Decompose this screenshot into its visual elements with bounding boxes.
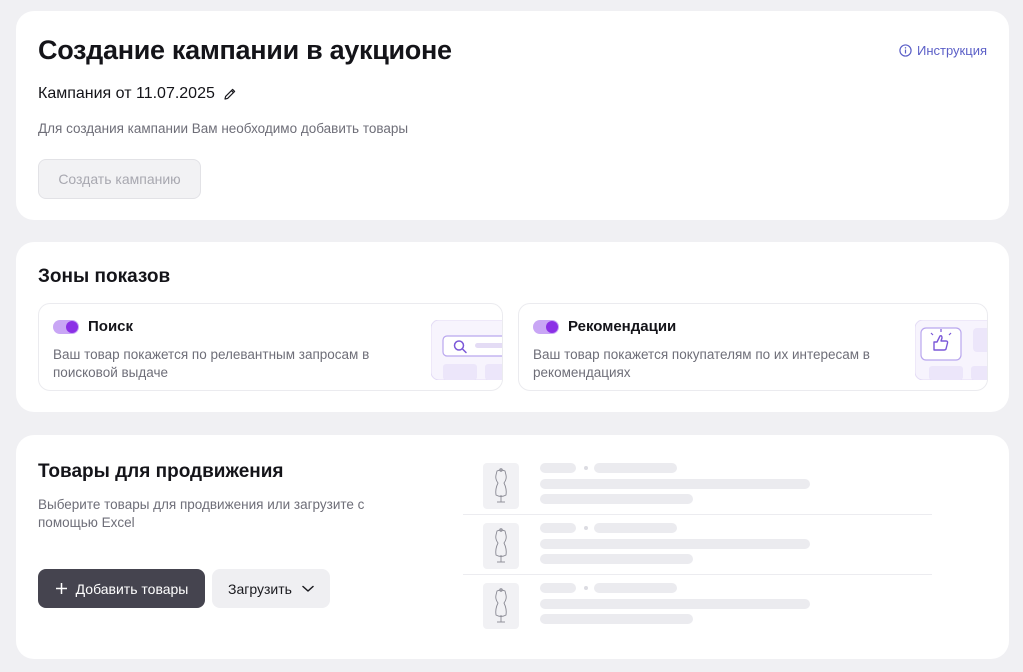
create-campaign-button[interactable]: Создать кампанию: [38, 159, 201, 199]
zone-search-title: Поиск: [88, 318, 134, 335]
products-skeleton-list: [463, 455, 932, 635]
instruction-link[interactable]: Инструкция: [899, 43, 987, 58]
display-zones-card: Зоны показов Поиск Ваш товар покажется п…: [16, 242, 1009, 412]
skeleton-row: [463, 515, 932, 575]
add-products-button[interactable]: Добавить товары: [38, 569, 205, 608]
search-illustration-icon: [431, 320, 502, 380]
chevron-down-icon: [302, 585, 314, 592]
zone-search-description: Ваш товар покажется по релевантным запро…: [53, 347, 370, 380]
zone-recommendations: Рекомендации Ваш товар покажется покупат…: [518, 303, 988, 391]
campaign-name: Кампания от 11.07.2025: [38, 85, 237, 103]
upload-label: Загрузить: [228, 580, 292, 597]
products-card: Товары для продвижения Выберите товары д…: [16, 435, 1009, 659]
mannequin-icon: [483, 583, 519, 629]
plus-icon: [55, 583, 67, 594]
campaign-create-card: Создание кампании в аукционе Инструкция …: [16, 11, 1009, 220]
page-title: Создание кампании в аукционе: [38, 35, 452, 65]
products-description: Выберите товары для продвижения или загр…: [38, 497, 365, 530]
zones-title: Зоны показов: [38, 266, 171, 287]
zone-search-header: Поиск: [53, 318, 133, 335]
upload-dropdown-button[interactable]: Загрузить: [212, 569, 330, 608]
thumbs-up-illustration-icon: [915, 320, 987, 380]
zone-rec-title: Рекомендации: [568, 318, 677, 335]
zone-rec-header: Рекомендации: [533, 318, 676, 335]
skeleton-row: [463, 455, 932, 515]
info-icon: [899, 44, 912, 57]
add-products-hint: Для создания кампании Вам необходимо доб…: [38, 121, 409, 136]
campaign-name-text: Кампания от 11.07.2025: [38, 85, 215, 102]
zone-rec-description: Ваш товар покажется покупателям по их ин…: [533, 347, 870, 380]
mannequin-icon: [483, 463, 519, 509]
zone-search-toggle[interactable]: [53, 319, 79, 334]
products-title: Товары для продвижения: [38, 461, 284, 482]
instruction-label: Инструкция: [917, 43, 987, 58]
mannequin-icon: [483, 523, 519, 569]
skeleton-row: [463, 575, 932, 635]
pencil-icon[interactable]: [223, 87, 237, 101]
zone-rec-toggle[interactable]: [533, 319, 559, 334]
zone-search: Поиск Ваш товар покажется по релевантным…: [38, 303, 503, 391]
add-products-label: Добавить товары: [75, 580, 189, 597]
